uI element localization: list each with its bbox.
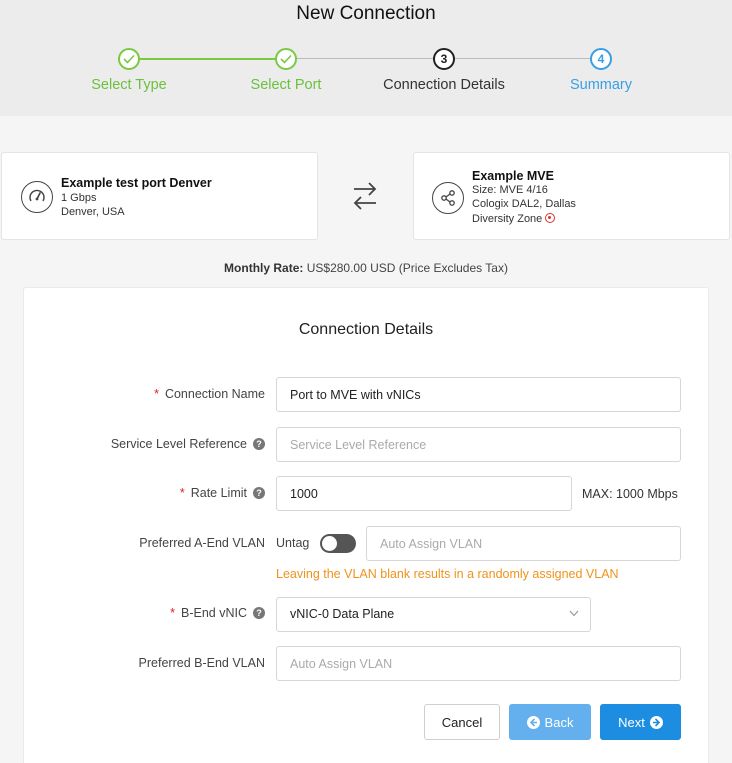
step-connector-2 <box>286 58 444 59</box>
diversity-zone-label: Diversity Zone <box>472 213 543 225</box>
chevron-down-icon <box>569 610 579 617</box>
back-button-label: Back <box>544 714 574 730</box>
wizard-header: New Connection 3 4 Select Type Select Po… <box>0 0 732 116</box>
form-title: Connection Details <box>298 321 434 338</box>
a-end-card: Example test port Denver 1 Gbps Denver, … <box>1 152 318 240</box>
a-end-vlan-label: Preferred A-End VLAN <box>139 536 265 550</box>
required-marker: * <box>170 606 175 620</box>
arrow-circle-right-icon <box>649 715 663 729</box>
b-end-diversity: Diversity Zone <box>472 212 556 225</box>
monthly-rate-value: US$280.00 USD (Price Excludes Tax) <box>306 261 508 275</box>
step-label-connection-details: Connection Details <box>383 77 505 93</box>
vlan-hint: Leaving the VLAN blank results in a rand… <box>276 567 619 581</box>
step-connector-3 <box>444 58 601 59</box>
connection-details-panel <box>23 287 709 763</box>
help-icon[interactable]: ? <box>253 438 265 450</box>
untag-toggle[interactable] <box>320 534 356 553</box>
b-end-size: Size: MVE 4/16 <box>472 184 548 196</box>
rate-limit-label: * Rate Limit ? <box>180 486 265 500</box>
b-end-vlan-input[interactable] <box>276 646 681 681</box>
required-marker: * <box>154 387 159 401</box>
rate-limit-label-text: Rate Limit <box>190 486 247 500</box>
cancel-button-label: Cancel <box>441 714 483 730</box>
b-end-vnic-label: * B-End vNIC ? <box>170 606 265 620</box>
diversity-zone-icon <box>545 213 556 223</box>
b-end-card: Example MVE Size: MVE 4/16 Cologix DAL2,… <box>413 152 730 240</box>
step-4-number: 4 <box>590 48 612 70</box>
help-icon[interactable]: ? <box>253 487 265 499</box>
service-level-reference-input[interactable] <box>276 427 681 462</box>
step-1-check-icon[interactable] <box>118 48 140 70</box>
step-label-select-port[interactable]: Select Port <box>251 77 322 93</box>
b-end-title: Example MVE <box>472 169 554 183</box>
step-2-check-icon[interactable] <box>275 48 297 70</box>
page-title: New Connection <box>296 3 436 24</box>
back-button[interactable]: Back <box>509 704 591 740</box>
a-end-vlan-input[interactable] <box>366 526 681 561</box>
required-marker: * <box>179 486 185 500</box>
rate-limit-input[interactable] <box>276 476 572 511</box>
connection-name-label-text: Connection Name <box>164 387 265 401</box>
next-button-label: Next <box>618 714 645 730</box>
arrow-circle-left-icon <box>526 715 540 729</box>
service-level-reference-label: Service Level Reference ? <box>111 437 265 451</box>
a-end-title: Example test port Denver <box>61 176 212 190</box>
cancel-button[interactable]: Cancel <box>424 704 500 740</box>
b-end-vnic-label-text: B-End vNIC <box>181 606 247 620</box>
help-icon[interactable]: ? <box>253 607 265 619</box>
b-end-vlan-label: Preferred B-End VLAN <box>138 656 265 670</box>
connection-name-label: * Connection Name <box>154 387 265 401</box>
monthly-rate: Monthly Rate: US$280.00 USD (Price Exclu… <box>0 261 732 275</box>
b-end-vnic-select[interactable]: vNIC-0 Data Plane <box>276 597 591 632</box>
b-end-vnic-value: vNIC-0 Data Plane <box>290 607 395 621</box>
toggle-knob <box>322 536 337 551</box>
speedometer-icon <box>21 181 53 213</box>
share-nodes-icon <box>432 182 464 214</box>
next-button[interactable]: Next <box>600 704 681 740</box>
untag-label: Untag <box>276 536 310 550</box>
a-end-speed: 1 Gbps <box>61 192 97 204</box>
step-3-number: 3 <box>433 48 455 70</box>
service-level-reference-label-text: Service Level Reference <box>110 437 247 451</box>
connection-name-input[interactable] <box>276 377 681 412</box>
step-connector-1 <box>129 58 286 60</box>
swap-arrows-icon[interactable] <box>351 180 379 217</box>
step-label-select-type[interactable]: Select Type <box>91 77 167 93</box>
rate-limit-max: MAX: 1000 Mbps <box>582 487 678 501</box>
b-end-location: Cologix DAL2, Dallas <box>472 198 576 210</box>
a-end-location: Denver, USA <box>61 206 125 218</box>
step-label-summary: Summary <box>569 77 633 93</box>
monthly-rate-label: Monthly Rate: <box>224 261 304 275</box>
